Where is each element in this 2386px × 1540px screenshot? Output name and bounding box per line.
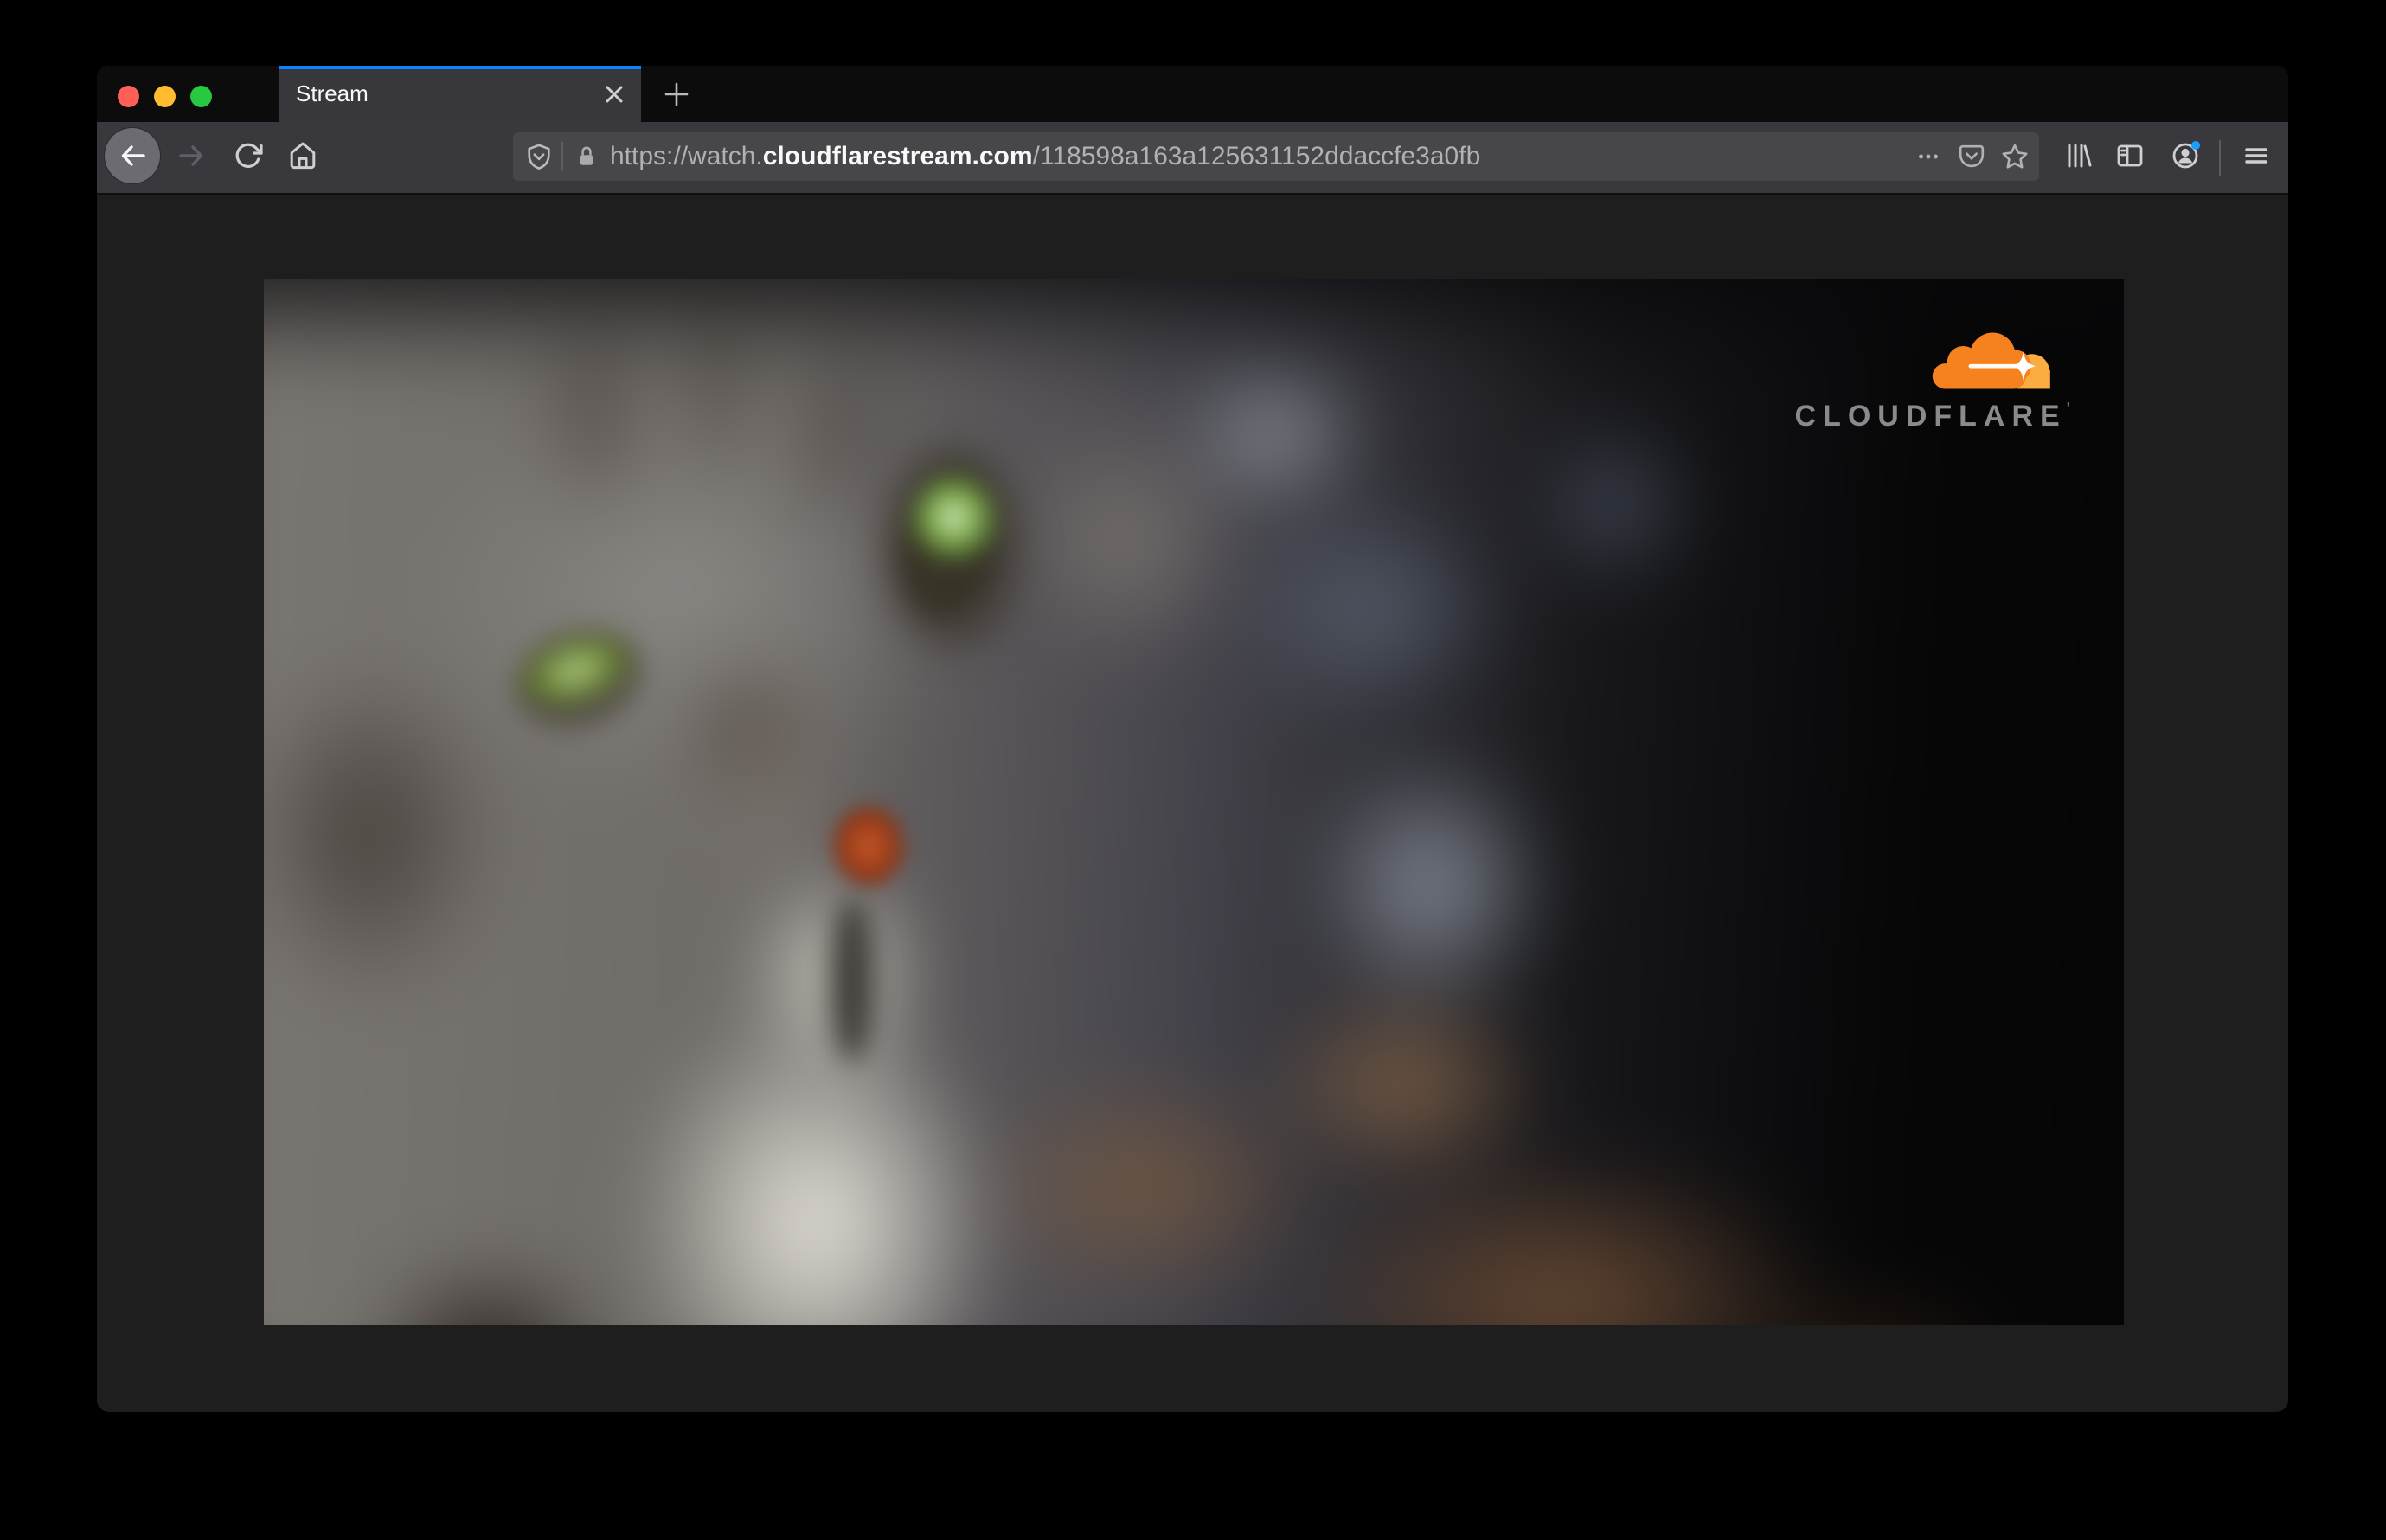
pocket-button[interactable] <box>1958 143 1985 170</box>
video-frame-cat <box>264 279 2124 1325</box>
shield-icon <box>528 144 550 170</box>
account-button[interactable] <box>2161 132 2210 180</box>
cat-mouth-shadow <box>831 898 874 1062</box>
close-window-button[interactable] <box>118 86 139 107</box>
page-actions-button[interactable] <box>1915 143 1942 170</box>
library-icon <box>2068 144 2092 168</box>
window-controls <box>118 86 212 107</box>
library-button[interactable] <box>2054 132 2102 180</box>
hamburger-menu-icon <box>2245 148 2267 164</box>
toolbar-divider <box>2219 140 2221 176</box>
browser-window: Stream https://watch.cloudflarestream.co… <box>97 66 2288 1412</box>
video-player[interactable]: CLOUDFLARE' <box>264 279 2124 1325</box>
trademark-mark: ' <box>2066 400 2070 417</box>
tab-title: Stream <box>296 80 369 106</box>
close-tab-button[interactable] <box>600 80 629 109</box>
cloudflare-cloud-icon <box>1932 332 2050 389</box>
ellipsis-icon <box>1919 154 1938 159</box>
forward-icon <box>179 145 203 166</box>
menu-button[interactable] <box>2232 132 2280 180</box>
url-text: https://watch.cloudflarestream.com/11859… <box>610 142 1904 171</box>
tab-bar: Stream <box>97 66 2288 122</box>
screen: Stream https://watch.cloudflarestream.co… <box>0 0 2386 1540</box>
zoom-window-button[interactable] <box>190 86 212 107</box>
notification-dot <box>2191 141 2200 150</box>
tab-stream[interactable]: Stream <box>279 66 641 122</box>
brand-text: CLOUDFLARE <box>1794 400 2067 433</box>
pocket-icon <box>1959 144 1985 168</box>
back-button[interactable] <box>105 128 160 183</box>
sidebar-button[interactable] <box>2106 132 2154 180</box>
account-icon <box>2172 141 2200 169</box>
url-prefix: https://watch. <box>610 142 763 170</box>
url-domain: cloudflarestream.com <box>762 142 1033 170</box>
page-content: CLOUDFLARE' <box>97 195 2288 1412</box>
bookmark-button[interactable] <box>2001 143 2029 170</box>
home-button[interactable] <box>279 132 327 180</box>
urlbar-divider <box>561 142 563 171</box>
urlbar-actions <box>1915 143 2029 170</box>
new-tab-button[interactable] <box>656 74 697 115</box>
sidebar-icon <box>2117 144 2143 167</box>
lock-icon <box>580 146 593 165</box>
cloudflare-watermark: CLOUDFLARE' <box>1785 327 2070 433</box>
url-bar[interactable]: https://watch.cloudflarestream.com/11859… <box>513 132 2039 181</box>
url-path: /118598a163a125631152ddaccfe3a0fb <box>1032 142 1481 170</box>
star-icon <box>2002 144 2028 169</box>
nav-toolbar: https://watch.cloudflarestream.com/11859… <box>97 122 2288 195</box>
tracking-protection-button[interactable] <box>525 143 553 170</box>
reload-icon <box>235 143 263 169</box>
reload-button[interactable] <box>224 132 273 180</box>
cloudflare-wordmark: CLOUDFLARE' <box>1785 400 2070 433</box>
forward-button[interactable] <box>168 132 216 180</box>
cat-nose <box>834 807 903 885</box>
back-icon <box>121 145 145 166</box>
minimize-window-button[interactable] <box>154 86 176 107</box>
home-icon <box>290 142 316 170</box>
plus-icon <box>664 82 689 106</box>
close-icon <box>606 86 623 102</box>
